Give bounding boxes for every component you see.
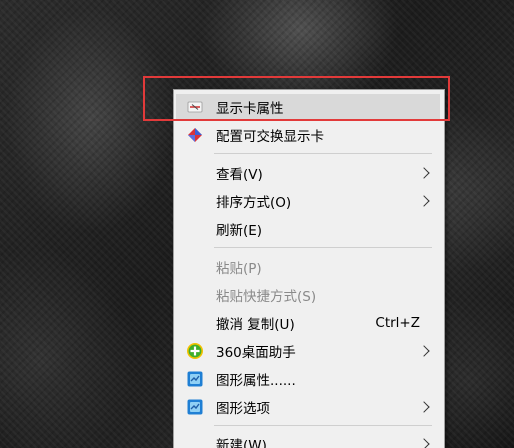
menu-item-paste-shortcut[interactable]: 粘贴快捷方式(S) <box>176 282 440 308</box>
menu-item-label: 查看(V) <box>216 167 263 183</box>
menu-separator <box>214 247 432 248</box>
menu-item-shortcut: Ctrl+Z <box>375 315 420 331</box>
menu-item-label: 图形属性...... <box>216 373 296 389</box>
menu-item-new[interactable]: 新建(W) <box>176 431 440 448</box>
desktop-background[interactable]: 显示卡属性 配置可交换显示卡 查看(V) 排序方式(O) 刷新(E) 粘贴(P)… <box>0 0 514 448</box>
menu-item-label: 360桌面助手 <box>216 345 296 361</box>
menu-item-display-card-properties[interactable]: 显示卡属性 <box>176 94 440 120</box>
menu-item-configure-switchable-graphics[interactable]: 配置可交换显示卡 <box>176 122 440 148</box>
menu-item-sort-by[interactable]: 排序方式(O) <box>176 188 440 214</box>
desktop-context-menu: 显示卡属性 配置可交换显示卡 查看(V) 排序方式(O) 刷新(E) 粘贴(P)… <box>173 89 445 448</box>
menu-item-label: 配置可交换显示卡 <box>216 129 324 145</box>
menu-item-label: 撤消 复制(U) <box>216 317 295 333</box>
menu-item-label: 排序方式(O) <box>216 195 292 211</box>
graphics-properties-icon <box>186 370 204 388</box>
menu-item-360-desktop-assistant[interactable]: 360桌面助手 <box>176 338 440 364</box>
switchable-graphics-icon <box>186 126 204 144</box>
menu-item-label: 显示卡属性 <box>216 101 284 117</box>
menu-item-paste[interactable]: 粘贴(P) <box>176 254 440 280</box>
chevron-right-icon <box>418 195 430 207</box>
chevron-right-icon <box>418 167 430 179</box>
display-card-properties-icon <box>186 98 204 116</box>
menu-separator <box>214 153 432 154</box>
chevron-right-icon <box>418 345 430 357</box>
chevron-right-icon <box>418 438 430 448</box>
menu-item-graphics-options[interactable]: 图形选项 <box>176 394 440 420</box>
360-desktop-assistant-icon <box>186 342 204 360</box>
menu-item-label: 图形选项 <box>216 401 270 417</box>
menu-item-view[interactable]: 查看(V) <box>176 160 440 186</box>
menu-item-label: 刷新(E) <box>216 223 263 239</box>
graphics-options-icon <box>186 398 204 416</box>
menu-item-label: 新建(W) <box>216 438 267 448</box>
menu-item-undo-copy[interactable]: 撤消 复制(U) Ctrl+Z <box>176 310 440 336</box>
menu-item-label: 粘贴快捷方式(S) <box>216 289 317 305</box>
menu-item-label: 粘贴(P) <box>216 261 262 277</box>
menu-separator <box>214 425 432 426</box>
chevron-right-icon <box>418 401 430 413</box>
menu-item-graphics-properties[interactable]: 图形属性...... <box>176 366 440 392</box>
menu-item-refresh[interactable]: 刷新(E) <box>176 216 440 242</box>
